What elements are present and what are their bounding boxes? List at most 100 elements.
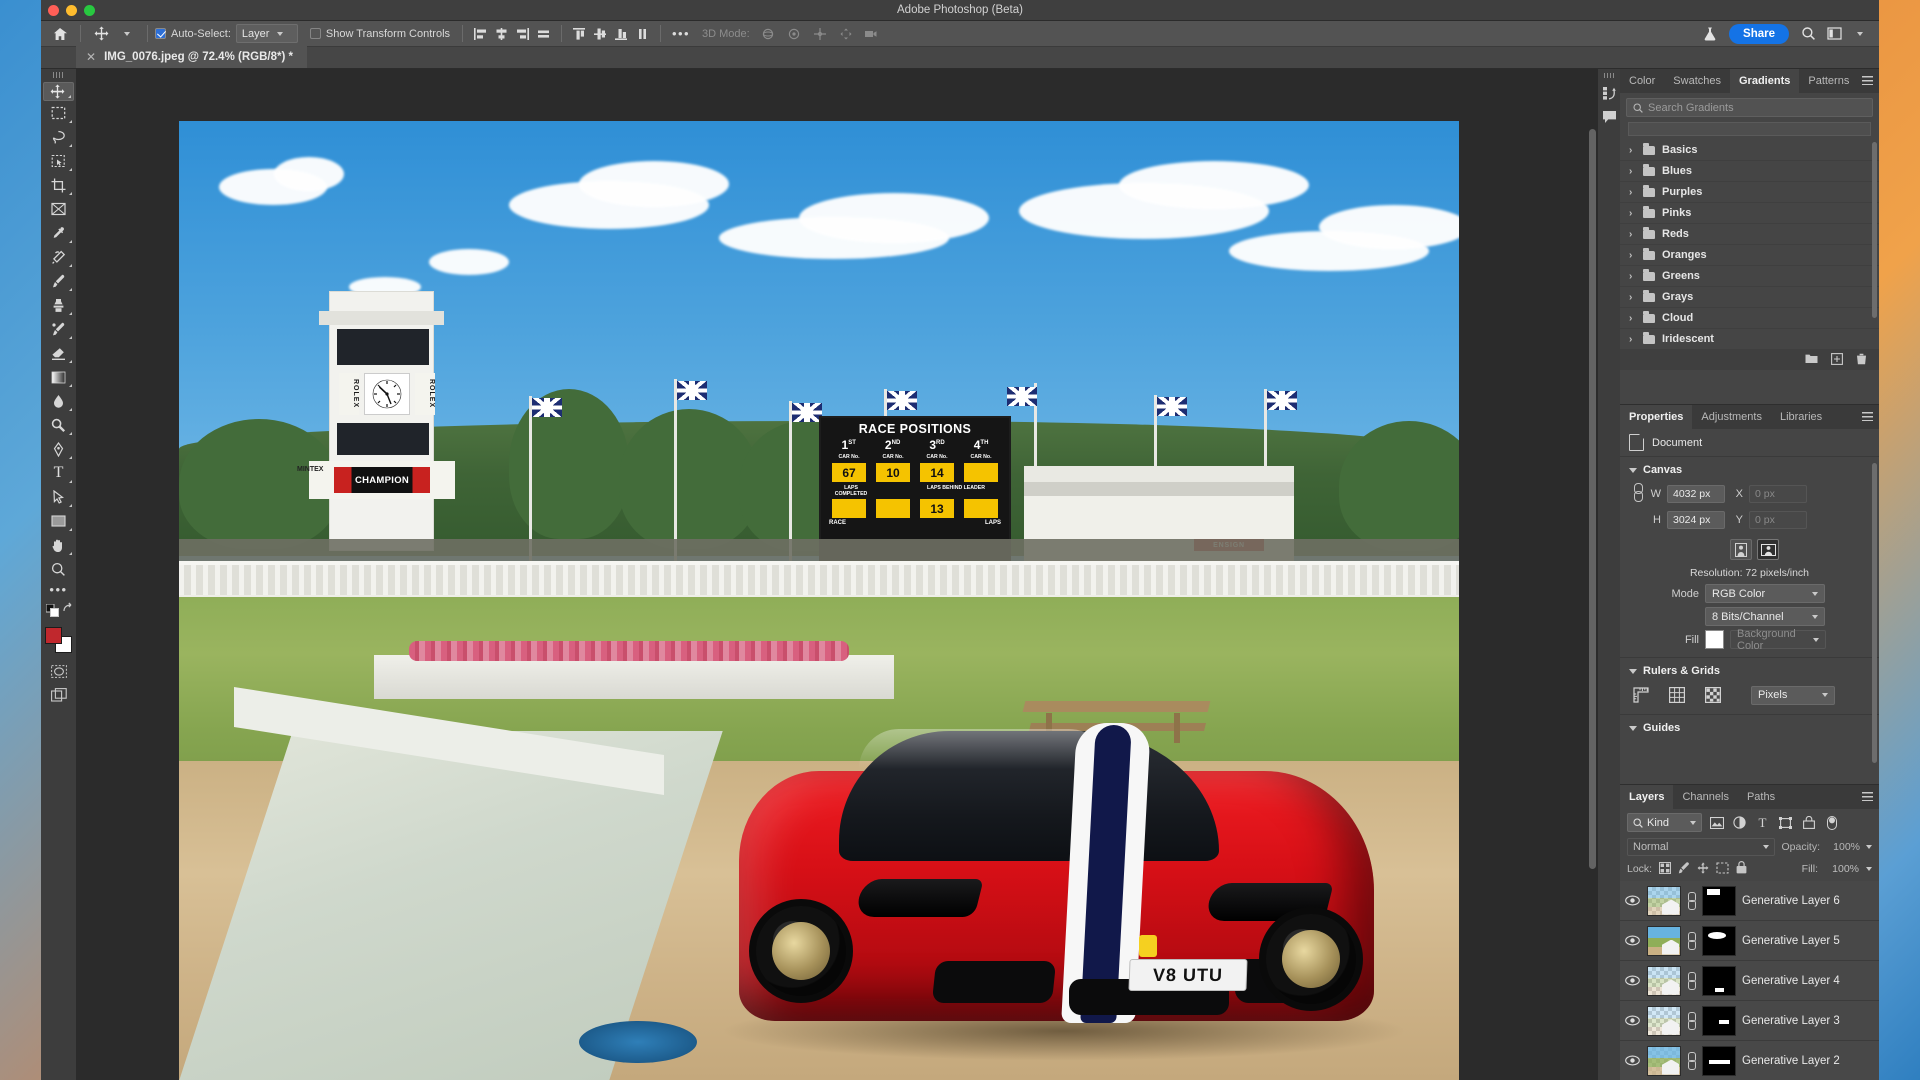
panel-menu-icon[interactable] [1862,792,1873,801]
units-dropdown[interactable]: Pixels [1751,685,1835,705]
search-icon[interactable] [1795,23,1821,45]
gradient-group-blues[interactable]: › Blues [1620,161,1879,182]
fill-chevron-icon[interactable] [1866,867,1872,871]
eraser-tool[interactable] [43,341,74,365]
tab-channels[interactable]: Channels [1673,785,1737,809]
delete-icon[interactable] [1856,353,1867,368]
canvas-vertical-scrollbar[interactable] [1589,129,1596,869]
quick-mask-icon[interactable] [43,659,74,683]
rectangular-marquee-tool[interactable] [43,101,74,125]
eyedropper-tool[interactable] [43,221,74,245]
fill-color-swatch[interactable] [1705,630,1724,649]
layer-thumbnail[interactable] [1647,925,1681,956]
rail-grip[interactable] [1604,73,1614,78]
clone-stamp-tool[interactable] [43,293,74,317]
edit-toolbar-button[interactable]: ••• [43,581,74,599]
link-mask-icon[interactable] [1687,931,1696,951]
shape-filter-icon[interactable] [1777,814,1794,832]
rulers-section-header[interactable]: Rulers & Grids [1620,662,1879,682]
default-colors-row[interactable] [44,601,74,623]
auto-select-checkbox[interactable] [155,28,166,39]
align-horizontal-centers-icon[interactable] [491,25,512,43]
tool-preset-chevron-icon[interactable] [114,23,140,45]
layer-thumbnail[interactable] [1647,1005,1681,1036]
portrait-icon[interactable] [1730,539,1752,560]
align-left-edges-icon[interactable] [470,25,491,43]
bit-depth-dropdown[interactable]: 8 Bits/Channel [1705,607,1825,626]
layer-thumbnail[interactable] [1647,965,1681,996]
link-mask-icon[interactable] [1687,1011,1696,1031]
layer-name[interactable]: Generative Layer 2 [1742,1055,1840,1067]
panel-menu-icon[interactable] [1862,412,1873,421]
toolbar-grip[interactable] [53,72,64,78]
adjustment-filter-icon[interactable] [1731,814,1748,832]
guides-section-header[interactable]: Guides [1620,719,1879,739]
history-brush-tool[interactable] [43,317,74,341]
lock-transparency-icon[interactable] [1659,861,1672,877]
link-mask-icon[interactable] [1687,891,1696,911]
layer-name[interactable]: Generative Layer 6 [1742,895,1840,907]
gradient-group-greens[interactable]: › Greens [1620,266,1879,287]
layer-mask-thumbnail[interactable] [1702,1045,1736,1076]
toggle-filter-icon[interactable] [1823,814,1840,832]
layer-mask-thumbnail[interactable] [1702,965,1736,996]
share-button[interactable]: Share [1729,23,1789,44]
transparency-grid-icon[interactable] [1701,684,1725,706]
gradient-preview-strip[interactable] [1628,122,1871,136]
window-controls[interactable] [48,5,95,16]
pixel-filter-icon[interactable] [1708,814,1725,832]
type-tool[interactable]: T [43,461,74,485]
tab-paths[interactable]: Paths [1738,785,1784,809]
layer-visibility-toggle[interactable] [1624,935,1641,946]
smart-object-filter-icon[interactable] [1800,814,1817,832]
layer-mask-thumbnail[interactable] [1702,1005,1736,1036]
align-vertical-centers-icon[interactable] [590,25,611,43]
landscape-icon[interactable] [1757,539,1779,560]
lock-all-icon[interactable] [1736,861,1747,877]
tab-properties[interactable]: Properties [1620,405,1693,429]
frame-tool[interactable] [43,197,74,221]
blend-mode-dropdown[interactable]: Normal [1627,838,1776,856]
workspace-icon[interactable] [1821,23,1847,45]
lasso-tool[interactable] [43,125,74,149]
auto-select-dropdown[interactable]: Layer [235,24,298,43]
grid-icon[interactable] [1665,684,1689,706]
table-row[interactable]: Generative Layer 3 [1620,1001,1879,1041]
type-filter-icon[interactable]: T [1754,814,1771,832]
home-icon[interactable] [47,23,73,45]
search-gradients-input[interactable]: Search Gradients [1626,98,1873,117]
opacity-chevron-icon[interactable] [1866,845,1872,849]
maximize-window-button[interactable] [84,5,95,16]
pen-tool[interactable] [43,437,74,461]
align-top-edges-icon[interactable] [569,25,590,43]
layer-thumbnail[interactable] [1647,1045,1681,1076]
lock-artboard-icon[interactable] [1716,861,1729,877]
align-bottom-edges-icon[interactable] [611,25,632,43]
fill-value[interactable]: 100% [1825,863,1859,875]
gradient-group-iridescent[interactable]: › Iridescent [1620,329,1879,350]
layer-thumbnail[interactable] [1647,885,1681,916]
zoom-tool[interactable] [43,557,74,581]
layer-name[interactable]: Generative Layer 5 [1742,935,1840,947]
align-right-edges-icon[interactable] [512,25,533,43]
layer-visibility-toggle[interactable] [1624,975,1641,986]
foreground-color-swatch[interactable] [44,627,62,644]
opacity-value[interactable]: 100% [1826,841,1860,853]
crop-tool[interactable] [43,173,74,197]
y-input[interactable]: 0 px [1749,511,1807,529]
link-mask-icon[interactable] [1687,971,1696,991]
beta-flask-icon[interactable] [1697,23,1723,45]
gradient-group-reds[interactable]: › Reds [1620,224,1879,245]
move-tool-icon[interactable] [88,23,114,45]
history-icon[interactable] [1598,81,1620,105]
mode-dropdown[interactable]: RGB Color [1705,584,1825,603]
rectangle-tool[interactable] [43,509,74,533]
properties-scrollbar[interactable] [1872,463,1877,763]
screen-mode-icon[interactable] [43,683,74,707]
distribute-vertical-icon[interactable] [632,25,653,43]
dodge-tool[interactable] [43,413,74,437]
width-input[interactable]: 4032 px [1667,485,1725,503]
gradient-group-grays[interactable]: › Grays [1620,287,1879,308]
layer-visibility-toggle[interactable] [1624,1055,1641,1066]
chevron-down-icon[interactable] [1847,23,1873,45]
